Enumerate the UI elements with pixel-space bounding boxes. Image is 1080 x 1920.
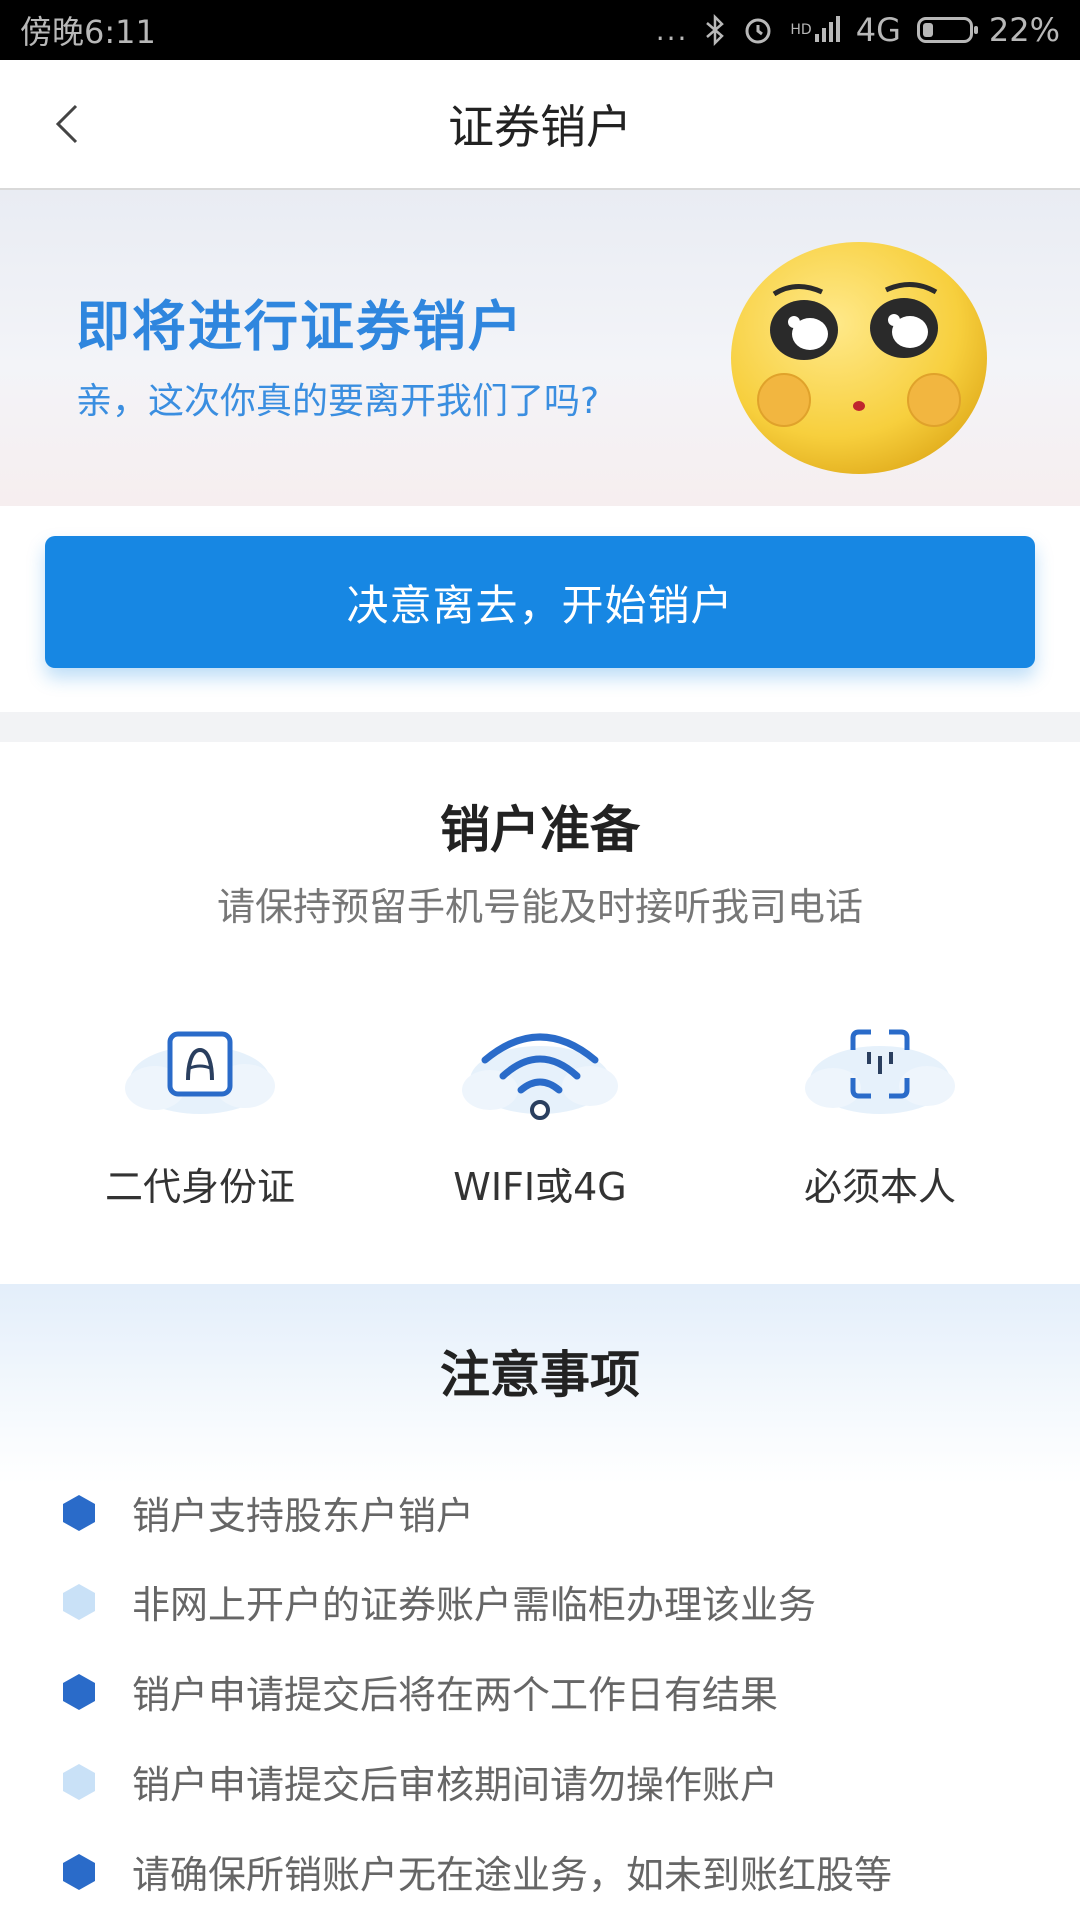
sad-emoji-pillow-icon — [731, 242, 987, 474]
prep-item-label: 必须本人 — [803, 1165, 956, 1209]
prep-item-id-card: 二代身份证 — [50, 1020, 350, 1211]
list-item: 销户申请提交后将在两个工作日有结果 — [62, 1664, 778, 1719]
prep-section-title: 销户准备 — [440, 801, 640, 859]
page-title: 证券销户 — [448, 100, 632, 154]
hd-label: HD — [790, 22, 812, 38]
signal-icon: HD — [790, 16, 840, 44]
hexagon-bullet-icon — [63, 1583, 95, 1620]
section-divider — [0, 712, 1080, 742]
hexagon-bullet-icon — [63, 1763, 95, 1800]
notes-section-title: 注意事项 — [440, 1346, 640, 1404]
list-item: 销户申请提交后审核期间请勿操作账户 — [62, 1754, 778, 1809]
hexagon-bullet-icon — [63, 1673, 95, 1710]
status-time: 傍晚6:11 — [20, 13, 156, 51]
network-label: 4G — [855, 11, 901, 49]
wifi-icon — [462, 1033, 618, 1120]
banner: 即将进行证券销户 亲，这次你真的要离开我们了吗? — [0, 190, 1080, 506]
note-text: 销户申请提交后审核期间请勿操作账户 — [132, 1763, 779, 1807]
banner-subtitle: 亲，这次你真的要离开我们了吗? — [76, 381, 600, 422]
prep-item-network: WIFI或4G — [390, 1020, 690, 1211]
battery-icon — [916, 17, 978, 43]
prep-section-subtitle: 请保持预留手机号能及时接听我司电话 — [216, 885, 863, 929]
note-text: 销户申请提交后将在两个工作日有结果 — [132, 1673, 779, 1717]
note-text: 非网上开户的证券账户需临柜办理该业务 — [132, 1583, 817, 1627]
list-item: 非网上开户的证券账户需临柜办理该业务 — [62, 1574, 816, 1629]
alarm-icon — [742, 14, 774, 46]
start-closing-account-button[interactable]: 决意离去，开始销户 — [45, 536, 1035, 668]
prep-item-label: WIFI或4G — [453, 1165, 627, 1209]
status-bar: 傍晚6:11 ... HD 4G 22% — [0, 0, 1080, 60]
bluetooth-icon — [704, 14, 726, 46]
id-card-icon — [125, 1031, 275, 1114]
prep-item-label: 二代身份证 — [104, 1165, 295, 1209]
list-item: 请确保所销账户无在途业务，如未到账红股等 — [62, 1844, 892, 1899]
banner-title: 即将进行证券销户 — [76, 295, 524, 358]
note-text: 请确保所销账户无在途业务，如未到账红股等 — [132, 1853, 893, 1897]
back-arrow-icon[interactable] — [48, 100, 88, 148]
status-icons: ... HD 4G 22% — [656, 11, 1060, 49]
status-dots: ... — [655, 13, 689, 47]
battery-percent: 22% — [988, 11, 1060, 49]
list-item: 销户支持股东户销户 — [62, 1485, 474, 1540]
prep-item-in-person: 必须本人 — [730, 1020, 1030, 1211]
note-text: 销户支持股东户销户 — [132, 1494, 475, 1538]
nav-bar: 证券销户 — [0, 60, 1080, 190]
face-scan-icon — [805, 1029, 955, 1114]
hexagon-bullet-icon — [63, 1853, 95, 1890]
hexagon-bullet-icon — [63, 1494, 95, 1531]
